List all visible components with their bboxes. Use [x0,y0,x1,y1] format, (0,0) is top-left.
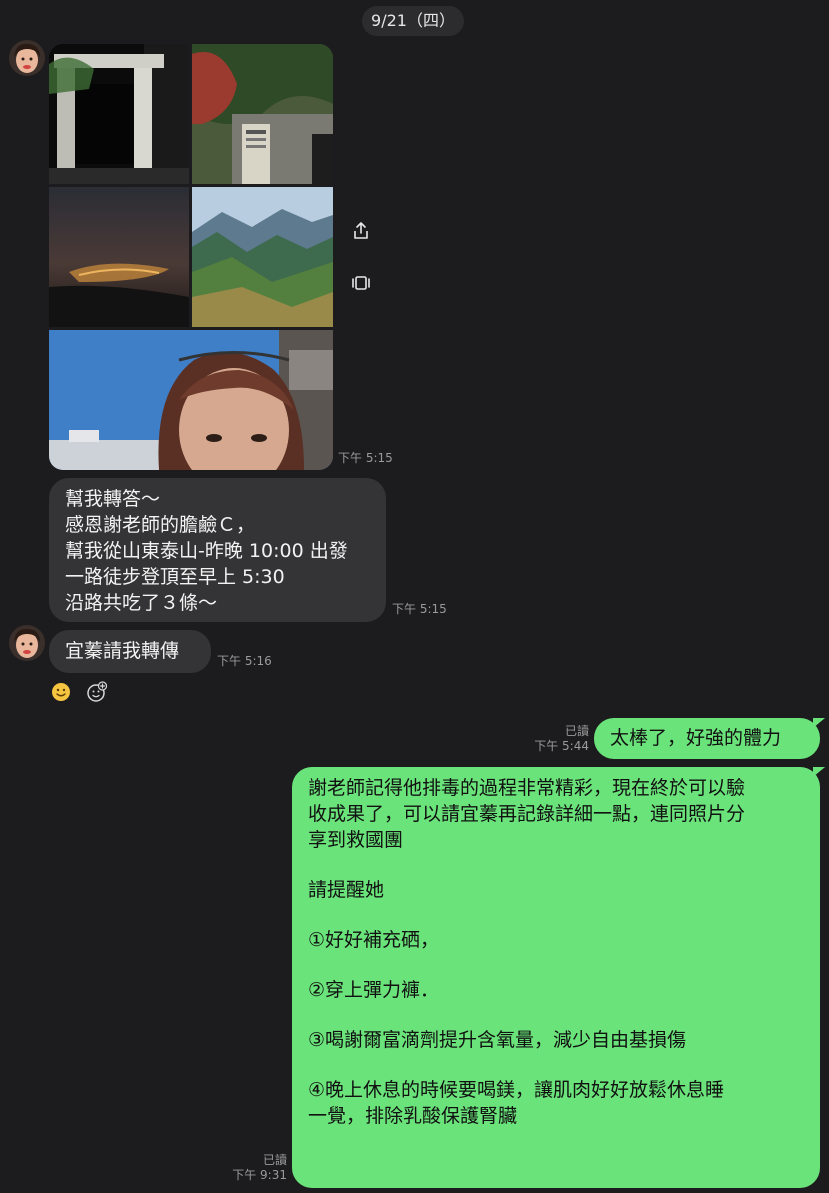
gallery-icon [352,276,370,290]
message-line: 一覺，排除乳酸保護腎臟 [308,1105,518,1127]
bubble-tail [813,767,825,777]
message-line: 享到救國團 [308,829,404,851]
add-reaction-icon [87,681,107,702]
message-time: 下午 5:15 [392,602,447,616]
reaction-button[interactable] [49,680,73,704]
message-line: 幫我轉答～ [65,488,161,510]
outgoing-message-bubble[interactable]: 太棒了，好強的體力 [594,718,820,759]
sender-avatar[interactable] [9,625,45,661]
message-line: ④晚上休息的時候要喝鎂，讓肌肉好好放鬆休息睡 [308,1079,725,1101]
photo-selfie-sky[interactable] [49,330,333,470]
message-time: 下午 5:16 [217,654,272,668]
message-time: 下午 5:44 [534,739,589,753]
message-text: 宜蓁請我轉傳 [65,640,180,662]
message-text: 太棒了，好強的體力 [610,727,782,749]
bubble-tail [813,718,825,728]
share-button[interactable] [346,216,376,246]
read-receipt: 已讀 [262,1153,287,1167]
read-receipt: 已讀 [564,724,589,738]
message-line: 沿路共吃了３條～ [65,592,218,614]
incoming-message-bubble[interactable]: 宜蓁請我轉傳 [49,630,211,673]
outgoing-message-bubble[interactable]: 謝老師記得他排毒的過程非常精彩，現在終於可以驗 收成果了，可以請宜蓁再記錄詳細一… [292,767,820,1188]
incoming-message-bubble[interactable]: 幫我轉答～ 感恩謝老師的膽鹼Ｃ， 幫我從山東泰山-昨晚 10:00 出發 一路徒… [49,478,386,622]
message-line: 一路徒步登頂至早上 5:30 [65,566,285,588]
message-line: ②穿上彈力褲． [308,979,440,1001]
share-icon [354,222,368,239]
message-line: 幫我從山東泰山-昨晚 10:00 出發 [65,540,348,562]
message-line: 請提醒她 [308,879,385,901]
date-divider: 9/21（四） [362,6,464,36]
message-line: 收成果了，可以請宜蓁再記錄詳細一點，連同照片分 [308,803,746,825]
message-line: ③喝謝爾富滴劑提升含氧量，減少自由基損傷 [308,1029,687,1051]
message-time: 下午 9:31 [232,1168,287,1182]
smile-reaction-icon [52,683,70,701]
gallery-button[interactable] [346,268,376,298]
add-reaction-button[interactable] [84,680,108,704]
message-line: ①好好補充硒， [308,929,440,951]
sender-avatar[interactable] [9,40,45,76]
message-line: 感恩謝老師的膽鹼Ｃ， [65,514,256,536]
photo-mountain-ridges[interactable] [192,187,333,327]
photo-city-lights-night[interactable] [49,187,189,327]
message-time: 下午 5:15 [338,451,393,465]
photo-gate-night[interactable] [49,44,189,184]
photo-trail-rock[interactable] [192,44,333,184]
message-line: 謝老師記得他排毒的過程非常精彩，現在終於可以驗 [308,777,746,799]
